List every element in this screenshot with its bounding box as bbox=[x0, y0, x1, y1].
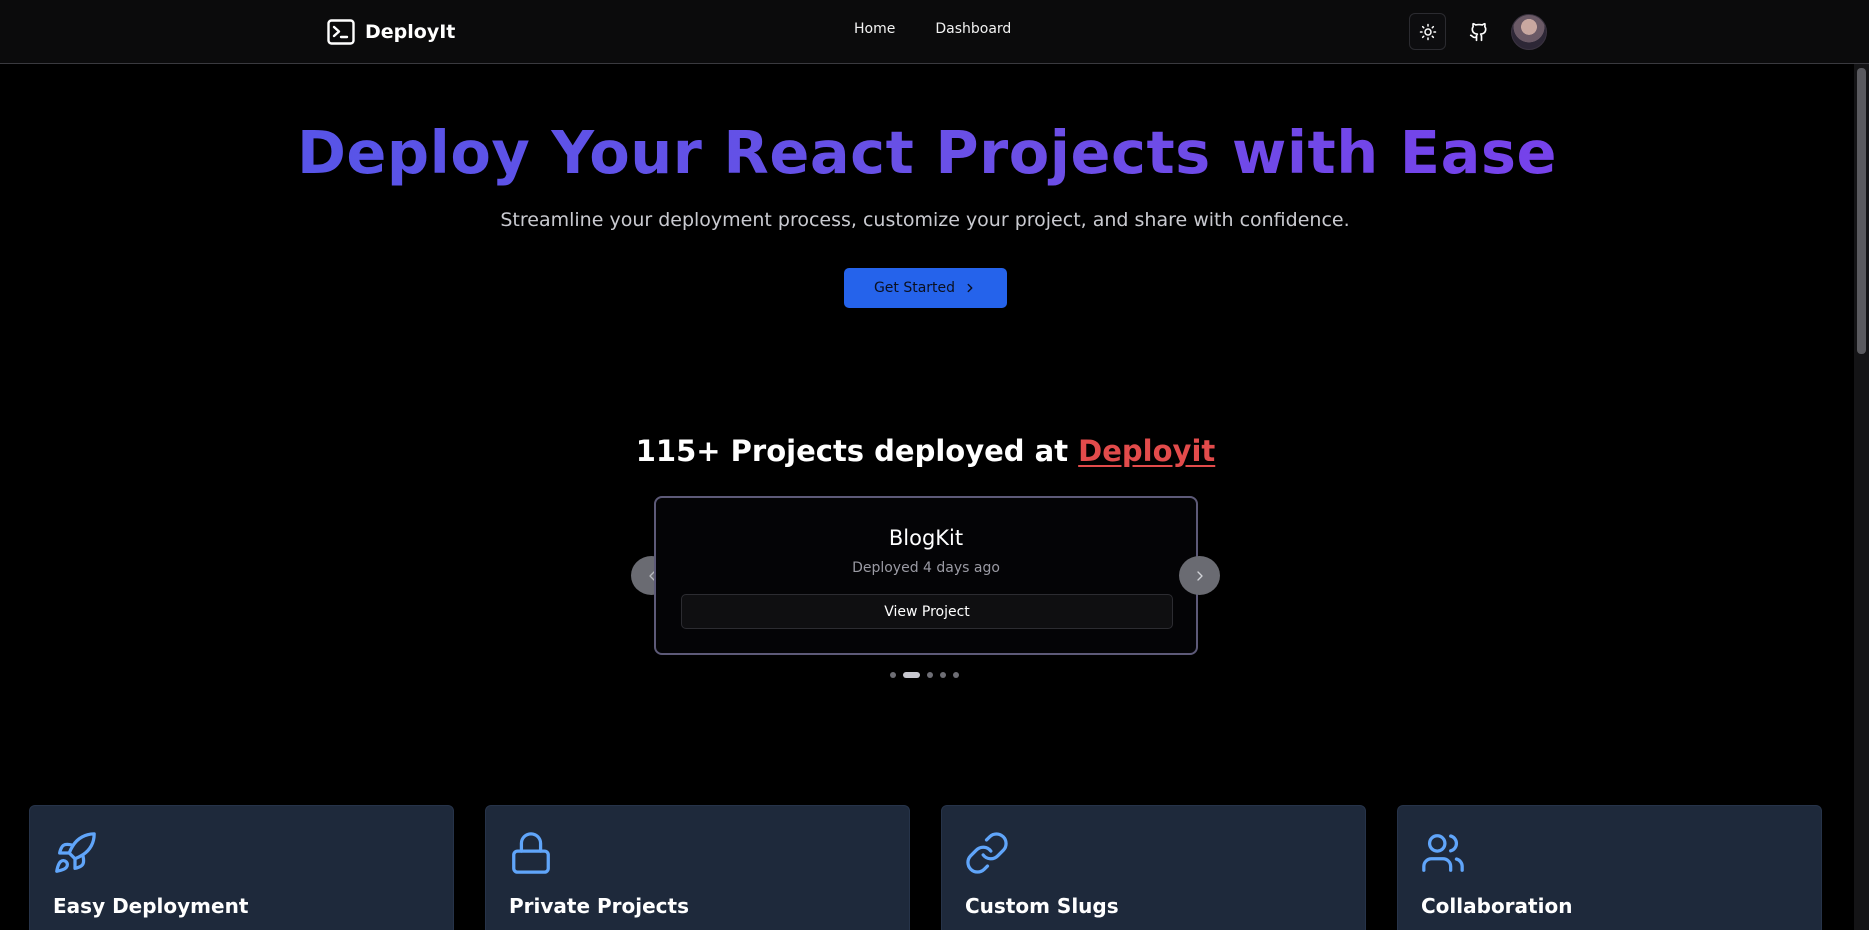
avatar[interactable] bbox=[1511, 13, 1547, 50]
carousel-next-button[interactable] bbox=[1179, 556, 1220, 595]
feature-card-deployment: Easy Deployment bbox=[29, 805, 454, 930]
carousel-dot[interactable] bbox=[953, 672, 959, 678]
get-started-label: Get Started bbox=[873, 280, 956, 296]
theme-toggle-button[interactable] bbox=[1409, 13, 1446, 50]
github-button[interactable] bbox=[1460, 13, 1497, 50]
terminal-icon bbox=[327, 19, 355, 45]
users-icon bbox=[1422, 834, 1464, 872]
carousel-indicators bbox=[890, 672, 959, 678]
carousel-dot[interactable] bbox=[927, 672, 933, 678]
nav-home[interactable]: Home bbox=[854, 21, 895, 37]
project-deployed-time: Deployed 4 days ago bbox=[852, 560, 1000, 576]
feature-card-collaboration: Collaboration bbox=[1397, 805, 1822, 930]
hero-title: Deploy Your React Projects with Ease bbox=[0, 118, 1854, 187]
sun-icon bbox=[1419, 23, 1436, 40]
rocket-icon bbox=[55, 832, 96, 873]
link-icon bbox=[966, 832, 1008, 874]
top-navbar: DeployIt Home Dashboard bbox=[0, 0, 1869, 64]
feature-title: Private Projects bbox=[509, 894, 689, 918]
scrollbar-thumb[interactable] bbox=[1857, 68, 1866, 354]
feature-card-private: Private Projects bbox=[485, 805, 910, 930]
brand-logo[interactable]: DeployIt bbox=[327, 18, 455, 46]
chevron-right-icon bbox=[1196, 570, 1203, 581]
feature-title: Easy Deployment bbox=[53, 894, 249, 918]
header-actions bbox=[1409, 13, 1547, 50]
showcase-title-prefix: 115+ Projects deployed at bbox=[635, 434, 1079, 468]
showcase-title-link[interactable]: Deployit bbox=[1078, 434, 1215, 468]
carousel-dot[interactable] bbox=[940, 672, 946, 678]
view-project-button[interactable]: View Project bbox=[681, 594, 1173, 629]
chevron-right-icon bbox=[967, 283, 973, 293]
feature-card-slugs: Custom Slugs bbox=[941, 805, 1366, 930]
brand-name: DeployIt bbox=[365, 21, 456, 43]
nav-dashboard[interactable]: Dashboard bbox=[935, 21, 1011, 37]
project-name: BlogKit bbox=[888, 526, 964, 550]
get-started-button[interactable]: Get Started bbox=[844, 268, 1007, 308]
showcase-title: 115+ Projects deployed at Deployit bbox=[0, 434, 1851, 468]
lock-icon bbox=[512, 832, 550, 874]
hero-subtitle: Streamline your deployment process, cust… bbox=[500, 209, 1350, 231]
project-card: BlogKit Deployed 4 days ago View Project bbox=[654, 496, 1198, 655]
carousel-dot-active[interactable] bbox=[903, 672, 920, 678]
feature-title: Custom Slugs bbox=[965, 894, 1119, 918]
feature-title: Collaboration bbox=[1421, 894, 1573, 918]
primary-nav: Home Dashboard bbox=[854, 21, 1011, 37]
page-scrollbar[interactable] bbox=[1854, 64, 1869, 930]
github-icon bbox=[1469, 22, 1487, 41]
carousel-dot[interactable] bbox=[890, 672, 896, 678]
